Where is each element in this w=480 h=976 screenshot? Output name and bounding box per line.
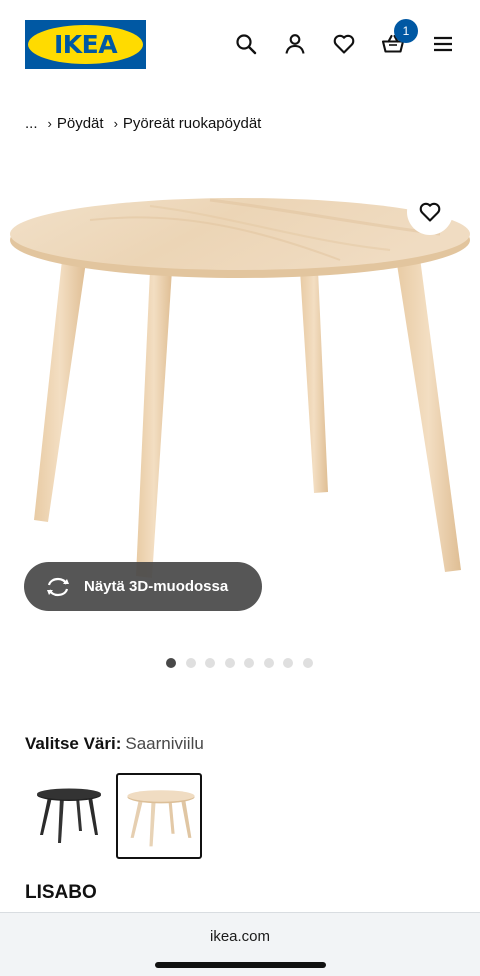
color-swatch-ash[interactable] [116,773,202,859]
color-label: Valitse Väri: [25,734,122,753]
pagination-dot[interactable] [166,658,176,668]
pagination-dot[interactable] [302,658,313,668]
breadcrumb: ... › Pöydät › Pyöreät ruokapöydät [25,113,261,133]
view-3d-button[interactable]: Näytä 3D-muodossa [24,562,262,611]
home-indicator [155,962,326,968]
ash-table-thumbnail [127,790,195,847]
breadcrumb-item-tables[interactable]: Pöydät [57,115,104,132]
browser-address-bar: ikea.com [0,912,480,976]
pagination-dot[interactable] [205,658,215,668]
pagination-dot[interactable] [263,658,274,668]
account-button[interactable] [280,29,310,59]
view-3d-label: Näytä 3D-muodossa [84,578,229,595]
heart-icon [419,202,441,222]
pagination-dot[interactable] [244,658,254,668]
logo-registered-mark: ® [136,29,142,36]
search-icon [236,34,257,55]
header: IKEA ® 1 [0,0,480,90]
menu-button[interactable] [428,29,458,59]
url-text[interactable]: ikea.com [0,928,480,945]
cart-count-badge: 1 [394,19,418,43]
pagination-dot[interactable] [283,658,293,668]
chevron-right-icon: › [47,115,52,131]
logo-text: IKEA [53,30,118,59]
chevron-right-icon: › [113,115,118,131]
breadcrumb-item-round-dining-tables[interactable]: Pyöreät ruokapöydät [123,115,261,132]
image-pagination [166,658,322,668]
heart-icon [333,34,355,54]
breadcrumb-ellipsis[interactable]: ... [25,115,38,132]
rotate-3d-icon [47,577,69,596]
selected-color-value: Saarniviilu [125,734,204,753]
product-name: LISABO [25,882,97,903]
menu-icon [434,36,452,52]
color-swatch-black[interactable] [26,773,112,859]
add-to-favourites-button[interactable] [407,189,453,235]
account-icon [285,34,305,54]
pagination-dot[interactable] [185,658,196,668]
search-button[interactable] [231,29,261,59]
favourites-button[interactable] [329,29,359,59]
color-selector-label: Valitse Väri: Saarniviilu [25,734,204,754]
ikea-logo[interactable]: IKEA ® [25,20,146,69]
pagination-dot[interactable] [224,658,235,668]
black-table-thumbnail [37,788,101,843]
